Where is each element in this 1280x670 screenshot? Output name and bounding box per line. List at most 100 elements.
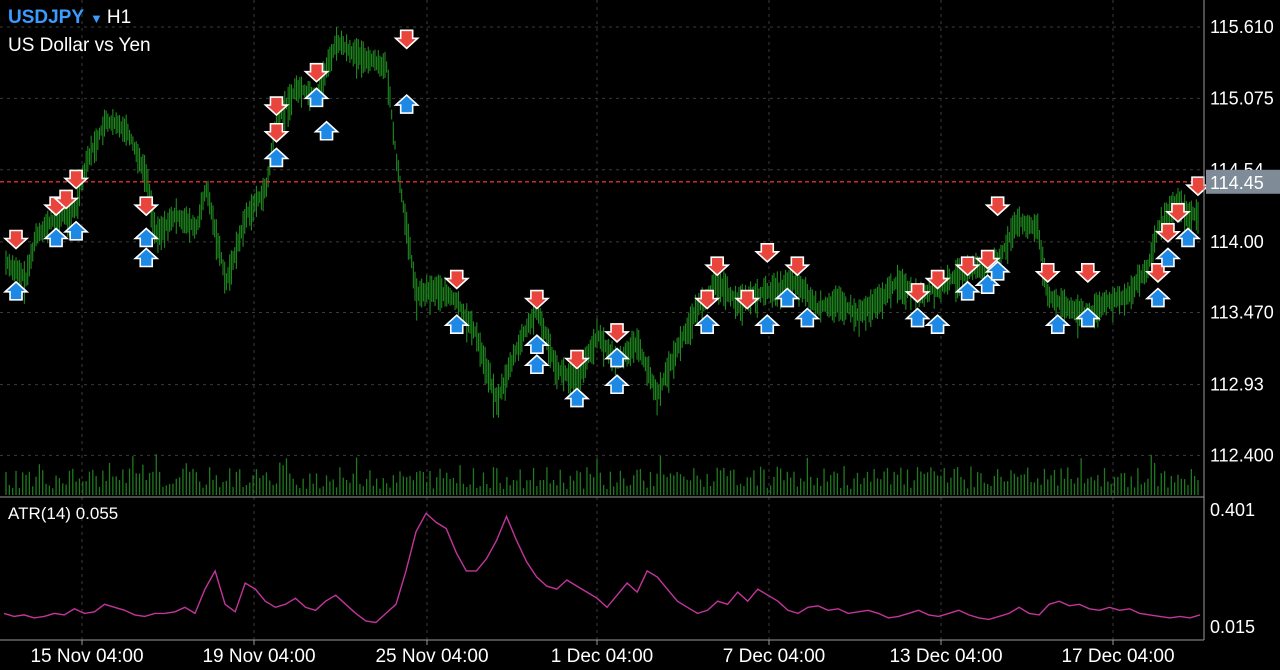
sell-arrow-icon — [754, 243, 781, 263]
buy-arrow-shape — [1044, 314, 1071, 335]
timeframe-label[interactable]: H1 — [107, 7, 131, 28]
buy-arrow-shape — [133, 247, 160, 268]
buy-arrow-icon — [523, 354, 550, 375]
buy-arrow-icon — [1144, 287, 1172, 308]
buy-arrow-icon — [603, 347, 631, 368]
atr-line — [3, 512, 1201, 624]
sell-arrow-icon — [954, 256, 981, 277]
sell-arrow-icon — [303, 62, 330, 83]
sell-arrow-icon — [603, 323, 631, 343]
price-axis-labels: 115.610115.075114.54114.00113.470112.931… — [1210, 17, 1274, 465]
buy-arrow-shape — [1144, 287, 1172, 308]
sell-arrow-icon — [694, 289, 721, 310]
atr-indicator-label: ATR(14) 0.055 — [8, 504, 119, 523]
buy-arrow-icon — [393, 93, 420, 114]
sell-arrow-shape — [1034, 263, 1061, 283]
buy-arrow-icon — [133, 227, 160, 248]
sell-arrow-icon — [1184, 176, 1212, 197]
sell-arrow-icon — [393, 29, 420, 50]
atr-tick-label: 0.015 — [1210, 617, 1255, 637]
sell-arrow-shape — [1164, 203, 1192, 223]
sell-arrow-icon — [1074, 263, 1101, 283]
buy-arrow-shape — [303, 87, 330, 108]
time-axis-labels: 15 Nov 04:00 19 Nov 04:00 25 Nov 04:00 1 De… — [30, 640, 1175, 667]
sell-arrow-icon — [784, 256, 811, 277]
price-tick-label: 114.00 — [1210, 232, 1264, 252]
sell-arrow-shape — [393, 29, 420, 50]
sell-arrow-shape — [2, 229, 30, 250]
buy-arrow-shape — [63, 220, 90, 241]
buy-arrow-icon — [563, 387, 591, 408]
buy-arrow-shape — [603, 374, 631, 395]
sell-arrow-icon — [523, 289, 550, 310]
time-tick-label: 13 Dec 04:00 — [889, 646, 1002, 667]
buy-arrow-icon — [603, 374, 631, 395]
sell-arrow-shape — [133, 196, 160, 217]
buy-arrow-shape — [563, 387, 591, 408]
buy-arrow-shape — [2, 280, 30, 301]
sell-arrow-icon — [984, 196, 1011, 217]
buy-arrow-shape — [694, 314, 721, 335]
sell-arrow-shape — [754, 243, 781, 263]
sell-arrow-shape — [704, 256, 731, 277]
symbol-description: US Dollar vs Yen — [8, 35, 151, 56]
sell-arrow-icon — [1034, 263, 1061, 283]
sell-arrow-icon — [263, 122, 290, 143]
buy-arrow-shape — [774, 287, 801, 308]
time-tick-label: 15 Nov 04:00 — [30, 646, 143, 667]
symbol-header[interactable]: USDJPY ▼ H1 — [8, 7, 131, 29]
sell-arrow-icon — [1164, 203, 1192, 223]
buy-arrow-icon — [523, 334, 550, 355]
buy-arrow-shape — [924, 314, 951, 335]
sell-arrow-shape — [954, 256, 981, 277]
buy-arrow-shape — [523, 334, 550, 355]
sell-arrow-shape — [1074, 263, 1101, 283]
sell-arrow-icon — [2, 229, 30, 250]
atr-axis-labels: 0.401 0.015 — [1210, 500, 1255, 637]
buy-arrow-shape — [794, 307, 821, 328]
sell-arrow-shape — [443, 269, 470, 290]
time-tick-label: 1 Dec 04:00 — [551, 646, 653, 667]
sell-arrow-icon — [704, 256, 731, 277]
atr-tick-label: 0.401 — [1210, 500, 1255, 520]
time-tick-label: 7 Dec 04:00 — [723, 646, 825, 667]
price-tick-label: 113.470 — [1210, 303, 1274, 323]
buy-arrow-icon — [303, 87, 330, 108]
buy-arrow-icon — [754, 314, 781, 335]
buy-arrow-shape — [603, 347, 631, 368]
sell-arrow-icon — [263, 96, 290, 117]
buy-arrow-icon — [954, 280, 981, 301]
symbol-name[interactable]: USDJPY — [8, 7, 84, 28]
sell-arrow-shape — [904, 283, 931, 303]
triangle-down-icon[interactable]: ▼ — [90, 11, 103, 26]
buy-arrow-icon — [774, 287, 801, 308]
buy-arrow-shape — [904, 307, 931, 328]
sell-arrow-shape — [303, 62, 330, 83]
sell-arrow-shape — [734, 289, 761, 310]
sell-arrow-shape — [603, 323, 631, 343]
sell-arrow-shape — [694, 289, 721, 310]
sell-arrow-shape — [523, 289, 550, 310]
sell-arrow-icon — [924, 269, 951, 290]
buy-arrow-shape — [393, 93, 420, 114]
buy-arrow-icon — [1074, 307, 1101, 328]
chart-canvas: 115.610115.075114.54114.00113.470112.931… — [0, 0, 1280, 667]
price-tick-label: 115.075 — [1210, 88, 1274, 108]
buy-arrow-shape — [133, 227, 160, 248]
buy-arrow-icon — [63, 220, 90, 241]
sell-arrow-icon — [563, 349, 591, 370]
time-tick-label: 25 Nov 04:00 — [375, 646, 488, 667]
price-tick-label: 112.400 — [1210, 445, 1274, 465]
buy-arrow-icon — [924, 314, 951, 335]
sell-arrow-icon — [734, 289, 761, 310]
buy-arrow-shape — [443, 314, 470, 335]
axes — [0, 0, 1205, 641]
buy-arrow-shape — [263, 147, 290, 168]
buy-arrow-shape — [313, 120, 340, 141]
sell-arrow-shape — [263, 96, 290, 117]
volume-bars — [5, 454, 1199, 495]
buy-arrow-shape — [43, 227, 70, 248]
sell-arrow-icon — [133, 196, 160, 217]
sell-arrow-shape — [984, 196, 1011, 217]
price-tick-label: 115.610 — [1210, 17, 1274, 37]
